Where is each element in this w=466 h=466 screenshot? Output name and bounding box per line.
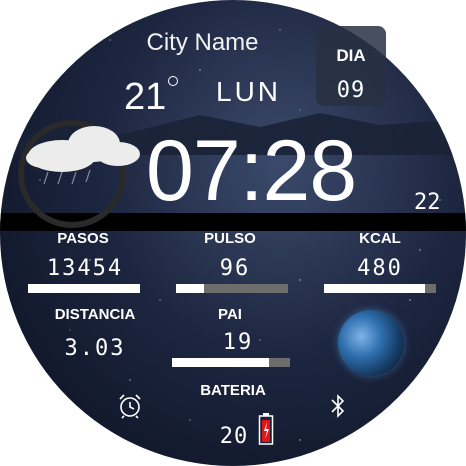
day-label: DIA	[336, 46, 366, 65]
distance-value: 3.03	[64, 336, 126, 361]
pai-label: PAI	[218, 306, 242, 323]
steps-progress-fill	[28, 284, 140, 293]
battery-value: 20	[219, 424, 249, 449]
temperature: 21	[124, 76, 167, 118]
alarm-clock-icon[interactable]	[116, 392, 144, 420]
bluetooth-icon[interactable]	[328, 392, 348, 420]
clock-seconds: 22	[414, 190, 441, 215]
earth-globe-icon	[338, 310, 404, 376]
pulse-progress-fill	[176, 284, 204, 293]
day-number: 09	[336, 78, 366, 103]
degree-symbol	[168, 76, 178, 86]
pai-progress-fill	[172, 358, 269, 367]
pulse-label: PULSO	[204, 230, 256, 247]
kcal-progress-bar	[324, 284, 436, 293]
cloud-rain-icon	[26, 126, 140, 185]
clock-time: 07:28	[146, 123, 357, 219]
battery-label: BATERIA	[200, 382, 266, 399]
kcal-value: 480	[357, 256, 403, 281]
distance-label: DISTANCIA	[54, 306, 136, 323]
pulse-value: 96	[219, 256, 251, 281]
battery-low-icon	[258, 413, 274, 445]
pai-value: 19	[222, 330, 254, 355]
kcal-label: KCAL	[359, 230, 401, 247]
steps-value: 13454	[46, 256, 124, 281]
steps-label: PASOS	[57, 230, 109, 247]
kcal-progress-fill	[324, 284, 425, 293]
pulse-progress-bar	[176, 284, 288, 293]
steps-progress-bar	[28, 284, 140, 293]
weekday: LUN	[216, 76, 282, 107]
pai-progress-bar	[172, 358, 290, 367]
